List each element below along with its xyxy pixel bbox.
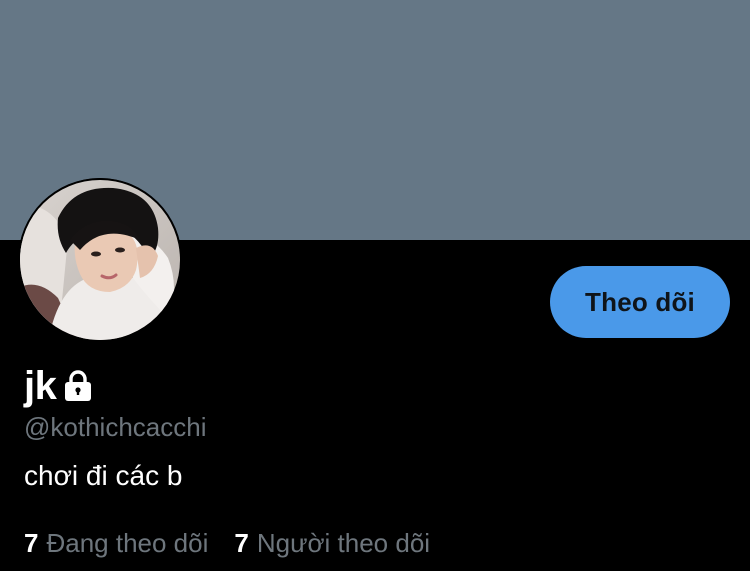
profile-handle: @kothichcacchi xyxy=(24,412,207,442)
following-link[interactable]: 7 Đang theo dõi xyxy=(24,526,208,560)
followers-label: Người theo dõi xyxy=(256,528,431,558)
follow-button[interactable]: Theo dõi xyxy=(550,266,730,338)
profile-name-row: jk xyxy=(24,362,94,410)
profile-bio: chơi đi các b xyxy=(24,460,183,491)
profile-display-name: jk xyxy=(24,364,57,408)
following-label: Đang theo dõi xyxy=(46,528,209,558)
avatar-photo xyxy=(18,178,182,342)
followers-link[interactable]: 7 Người theo dõi xyxy=(234,526,430,560)
profile-page: Theo dõi jk @kothichcacchi chơi đi các b… xyxy=(0,0,750,571)
following-count: 7 xyxy=(24,528,39,558)
profile-stats: 7 Đang theo dõi 7 Người theo dõi xyxy=(24,526,456,560)
lock-icon xyxy=(65,370,92,401)
profile-avatar[interactable] xyxy=(18,178,182,342)
followers-count: 7 xyxy=(234,528,249,558)
